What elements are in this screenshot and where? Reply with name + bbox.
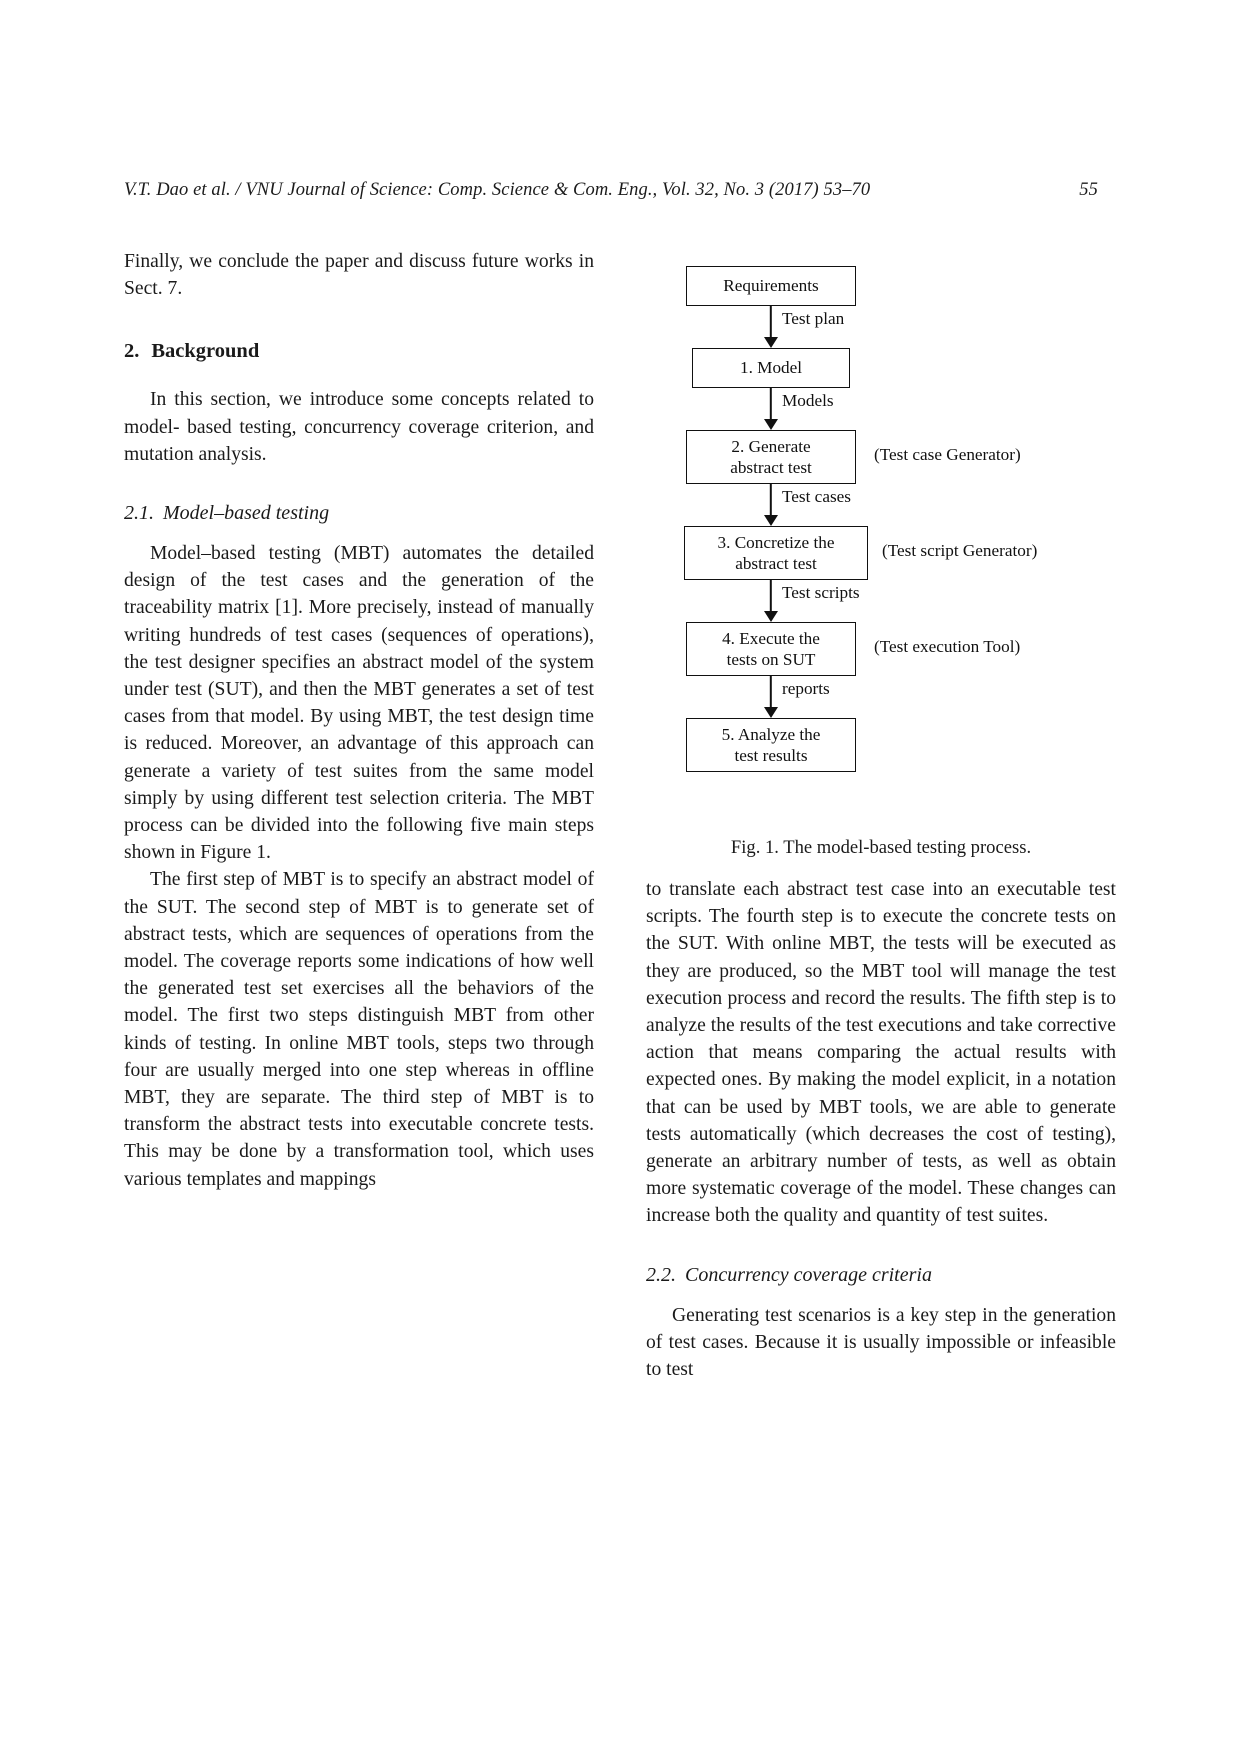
flow-node-requirements-line-1: Requirements [723,276,819,296]
subsection-heading-concurrency-coverage-criteria: 2.2. Concurrency coverage criteria [646,1262,1116,1288]
flow-side-label-test-execution-tool: (Test execution Tool) [874,637,1021,656]
mbt-paragraph-2: The first step of MBT is to specify an a… [124,869,594,1190]
flow-node-concretize-abstract-test: 3. Concretize the abstract test [684,526,868,580]
running-head: V.T. Dao et al. / VNU Journal of Science… [124,180,1116,201]
flow-node-concretize-abstract-test-line-2: abstract test [735,554,817,573]
section-title: Background [151,340,260,363]
figure-caption: Fig. 1. The model-based testing process. [730,837,1032,858]
paper-page: V.T. Dao et al. / VNU Journal of Science… [0,0,1240,1753]
flowchart-model-based-testing-process: Requirements Test plan 1. Model Models 2… [646,254,1116,772]
flow-node-generate-abstract-test-line-2: abstract test [730,458,812,477]
subsection-2-2-number: 2.2. [646,1263,676,1286]
flow-edge-label-reports: reports [782,679,830,698]
flow-side-label-test-case-generator: (Test case Generator) [874,445,1021,464]
right-column: Requirements Test plan 1. Model Models 2… [646,248,1116,1383]
running-head-text: V.T. Dao et al. / VNU Journal of Science… [124,180,871,200]
flow-node-requirements: Requirements [686,266,856,306]
left-column: Finally, we conclude the paper and discu… [124,248,594,1383]
flow-edge-label-test-cases: Test cases [782,487,851,506]
flow-node-generate-abstract-test-line-1: 2. Generate [731,436,811,456]
right-paragraph-1: to translate each abstract test case int… [646,879,1116,1227]
subsection-2-2-title: Concurrency coverage criteria [685,1263,932,1286]
flow-node-model-line-1: 1. Model [739,358,803,378]
background-paragraph: In this section, we introduce some conce… [124,389,594,465]
flow-node-analyze-test-results-line-2: test results [734,746,808,765]
flow-node-generate-abstract-test: 2. Generate abstract test [686,430,856,484]
subsection-title: Model–based testing [163,502,330,525]
flow-side-label-test-script-generator: (Test script Generator) [882,541,1038,560]
flow-node-model: 1. Model [692,348,850,388]
concurrency-paragraph: Generating test scenarios is a key step … [646,1304,1116,1381]
flow-node-execute-tests-on-sut-line-2: tests on SUT [726,650,816,669]
subsection-heading-model-based-testing: 2.1. Model–based testing [124,500,594,526]
flow-edge-label-test-plan: Test plan [782,309,845,328]
intro-paragraph: Finally, we conclude the paper and discu… [124,251,594,300]
section-heading-background: 2. Background [124,338,594,364]
figure-1: Requirements Test plan 1. Model Models 2… [646,254,1116,858]
flow-node-execute-tests-on-sut: 4. Execute the tests on SUT [686,622,856,676]
flow-edge-label-models: Models [782,391,834,410]
subsection-number: 2.1. [124,502,154,525]
flow-node-analyze-test-results-line-1: 5. Analyze the [721,724,821,744]
flow-node-execute-tests-on-sut-line-1: 4. Execute the [722,628,820,648]
flow-node-analyze-test-results: 5. Analyze the test results [686,718,856,772]
flow-edge-label-test-scripts: Test scripts [782,583,860,602]
two-column-body: Finally, we conclude the paper and discu… [124,248,1116,1383]
page-number: 55 [1079,180,1098,200]
flow-node-concretize-abstract-test-line-1: 3. Concretize the [717,532,835,552]
section-number: 2. [124,340,140,363]
mbt-paragraph-1: Model–based testing (MBT) automates the … [124,543,594,864]
